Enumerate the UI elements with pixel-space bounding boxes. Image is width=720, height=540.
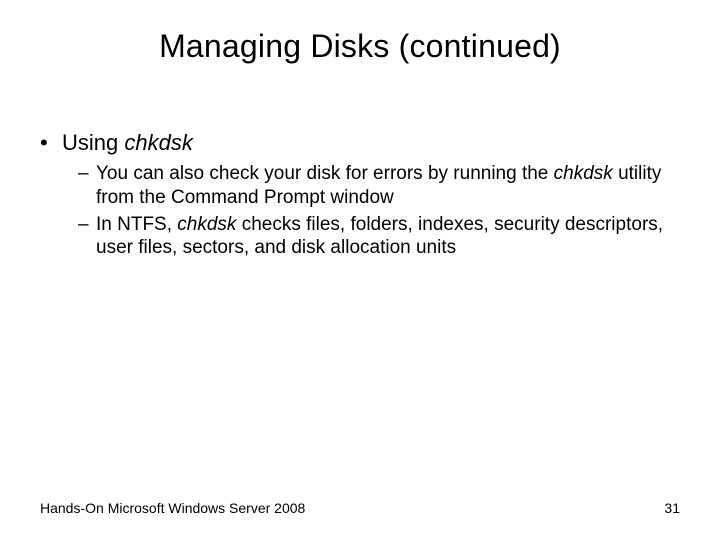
dash-marker: –: [78, 162, 96, 185]
sub-bullet-italic: chkdsk: [554, 163, 613, 184]
slide: Managing Disks (continued) •Using chkdsk…: [0, 0, 720, 540]
dash-marker: –: [78, 213, 96, 236]
bullet-level1: •Using chkdsk: [40, 130, 680, 156]
sub-bullet-italic: chkdsk: [177, 214, 236, 235]
footer-text: Hands-On Microsoft Windows Server 2008: [40, 500, 305, 516]
sub-bullet-list: –You can also check your disk for errors…: [40, 162, 680, 259]
sub-bullet-prefix: You can also check your disk for errors …: [96, 163, 554, 184]
slide-title: Managing Disks (continued): [0, 28, 720, 65]
slide-body: •Using chkdsk –You can also check your d…: [40, 130, 680, 263]
sub-bullet-item: –In NTFS, chkdsk checks files, folders, …: [78, 213, 680, 259]
bullet-text-plain: Using: [62, 130, 124, 155]
page-number: 31: [664, 500, 680, 516]
bullet-text-italic: chkdsk: [124, 130, 192, 155]
sub-bullet-prefix: In NTFS,: [96, 214, 177, 235]
sub-bullet-item: –You can also check your disk for errors…: [78, 162, 680, 208]
bullet-marker: •: [40, 130, 62, 156]
